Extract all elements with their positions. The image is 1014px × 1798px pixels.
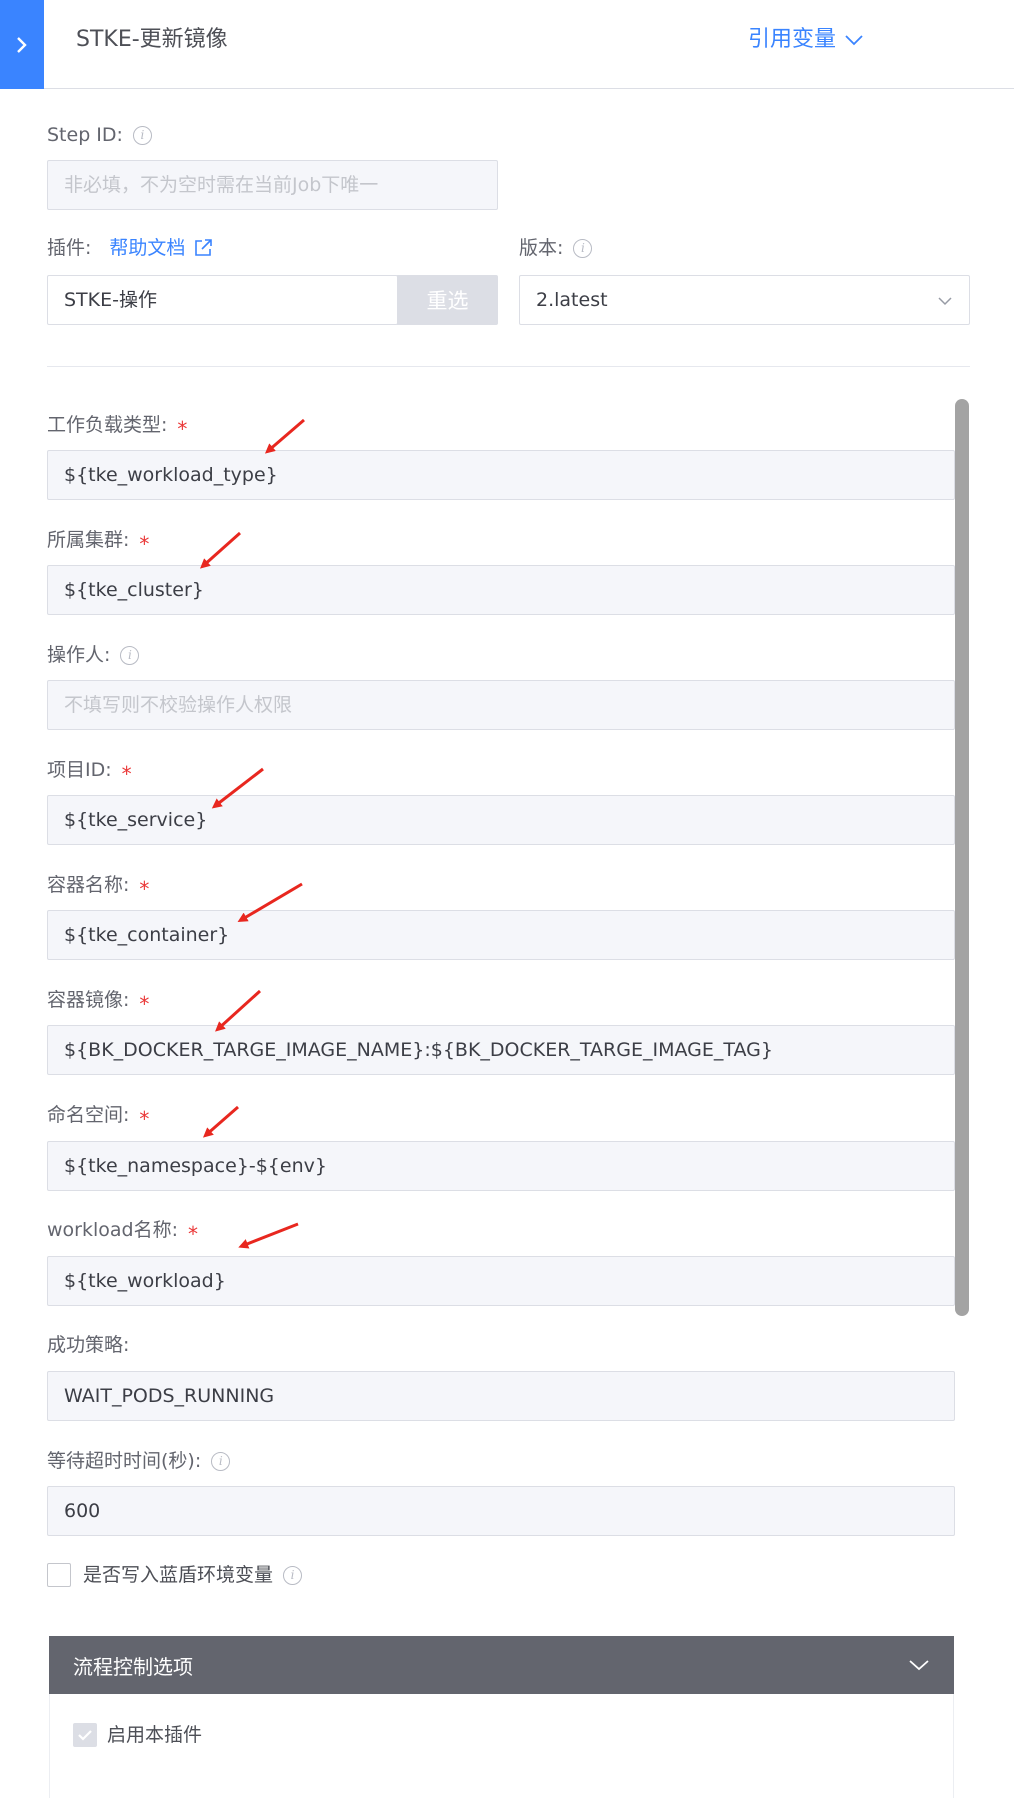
- required-mark: *: [121, 762, 132, 786]
- success-strategy-input[interactable]: WAIT_PODS_RUNNING: [47, 1371, 955, 1421]
- chevron-down-icon: [938, 297, 952, 306]
- bluewhale-env-checkbox[interactable]: [47, 1563, 71, 1587]
- version-select[interactable]: 2.latest: [519, 275, 970, 325]
- annotation-arrow: [200, 531, 241, 569]
- container-name-label-row: 容器名称: *: [47, 872, 149, 901]
- project-id-label-row: 项目ID: *: [47, 757, 132, 786]
- container-name-label: 容器名称:: [47, 874, 130, 896]
- plugin-label-row: 插件: 帮助文档: [47, 235, 213, 261]
- reference-variable-button[interactable]: 引用变量: [748, 24, 864, 56]
- namespace-label-row: 命名空间: *: [47, 1102, 149, 1131]
- required-mark: *: [139, 992, 150, 1016]
- info-icon[interactable]: i: [132, 125, 152, 145]
- step-id-label-row: Step ID: i: [47, 122, 152, 148]
- info-icon[interactable]: i: [283, 1565, 303, 1585]
- reselect-button[interactable]: 重选: [397, 275, 498, 325]
- version-label-row: 版本: i: [519, 235, 593, 261]
- enable-plugin-label: 启用本插件: [107, 1724, 203, 1746]
- operator-label: 操作人:: [47, 644, 111, 666]
- required-mark: *: [139, 532, 150, 556]
- step-id-input[interactable]: 非必填，不为空时需在当前Job下唯一: [47, 160, 498, 210]
- required-mark: *: [188, 1222, 198, 1246]
- timeout-label-row: 等待超时时间(秒): i: [47, 1448, 231, 1474]
- workload-name-input[interactable]: ${tke_workload}: [47, 1256, 955, 1306]
- container-image-label-row: 容器镜像: *: [47, 987, 149, 1016]
- bluewhale-env-row: 是否写入蓝盾环境变量 i: [47, 1562, 303, 1588]
- flow-control-header[interactable]: 流程控制选项: [49, 1636, 954, 1694]
- flow-control-title: 流程控制选项: [73, 1654, 193, 1679]
- info-icon[interactable]: i: [573, 238, 593, 258]
- annotation-arrow: [202, 1105, 239, 1138]
- required-mark: *: [177, 417, 188, 441]
- timeout-label: 等待超时时间(秒):: [47, 1450, 202, 1472]
- required-mark: *: [139, 1107, 150, 1131]
- info-icon[interactable]: i: [120, 645, 140, 665]
- project-id-label: 项目ID:: [47, 759, 112, 781]
- external-link-icon[interactable]: [193, 238, 213, 258]
- cluster-label: 所属集群:: [47, 529, 130, 551]
- annotation-arrow: [264, 418, 305, 454]
- info-icon[interactable]: i: [211, 1451, 231, 1471]
- container-name-input[interactable]: ${tke_container}: [47, 910, 955, 960]
- reference-variable-label: 引用变量: [747, 27, 836, 52]
- chevron-down-icon: [845, 35, 863, 46]
- bluewhale-env-label: 是否写入蓝盾环境变量: [83, 1564, 274, 1586]
- workload-name-label: workload名称:: [47, 1219, 178, 1241]
- success-strategy-label: 成功策略:: [47, 1334, 130, 1356]
- annotation-arrow: [238, 1222, 299, 1249]
- check-icon: [78, 1730, 92, 1741]
- required-mark: *: [139, 877, 150, 901]
- step-id-label: Step ID:: [47, 124, 123, 146]
- container-image-label: 容器镜像:: [47, 989, 130, 1011]
- page-title: STKE-更新镜像: [76, 27, 228, 52]
- plugin-input[interactable]: STKE-操作: [47, 275, 398, 325]
- workload-type-label: 工作负载类型:: [47, 414, 168, 436]
- scrollbar-thumb[interactable]: [955, 399, 969, 1316]
- namespace-input[interactable]: ${tke_namespace}-${env}: [47, 1141, 955, 1191]
- enable-plugin-row: 启用本插件: [73, 1722, 202, 1748]
- container-image-input[interactable]: ${BK_DOCKER_TARGE_IMAGE_NAME}:${BK_DOCKE…: [47, 1025, 955, 1075]
- chevron-down-icon: [909, 1660, 929, 1671]
- chevron-right-icon: [17, 36, 27, 53]
- cluster-input[interactable]: ${tke_cluster}: [47, 565, 955, 615]
- version-label: 版本:: [519, 237, 564, 259]
- workload-type-input[interactable]: ${tke_workload_type}: [47, 450, 955, 500]
- enable-plugin-checkbox[interactable]: [73, 1723, 97, 1747]
- project-id-input[interactable]: ${tke_service}: [47, 795, 955, 845]
- workload-type-label-row: 工作负载类型: *: [47, 412, 187, 441]
- namespace-label: 命名空间:: [47, 1104, 130, 1126]
- version-value: 2.latest: [536, 289, 608, 311]
- help-doc-link[interactable]: 帮助文档: [109, 235, 185, 261]
- annotation-arrow: [215, 989, 262, 1032]
- collapse-panel-button[interactable]: [0, 0, 44, 89]
- cluster-label-row: 所属集群: *: [47, 527, 149, 556]
- timeout-input[interactable]: 600: [47, 1486, 955, 1536]
- plugin-label: 插件:: [47, 237, 92, 259]
- operator-label-row: 操作人: i: [47, 642, 140, 668]
- workload-name-label-row: workload名称: *: [47, 1217, 198, 1246]
- success-strategy-label-row: 成功策略:: [47, 1332, 129, 1358]
- section-divider: [47, 366, 970, 367]
- operator-input[interactable]: 不填写则不校验操作人权限: [47, 680, 955, 730]
